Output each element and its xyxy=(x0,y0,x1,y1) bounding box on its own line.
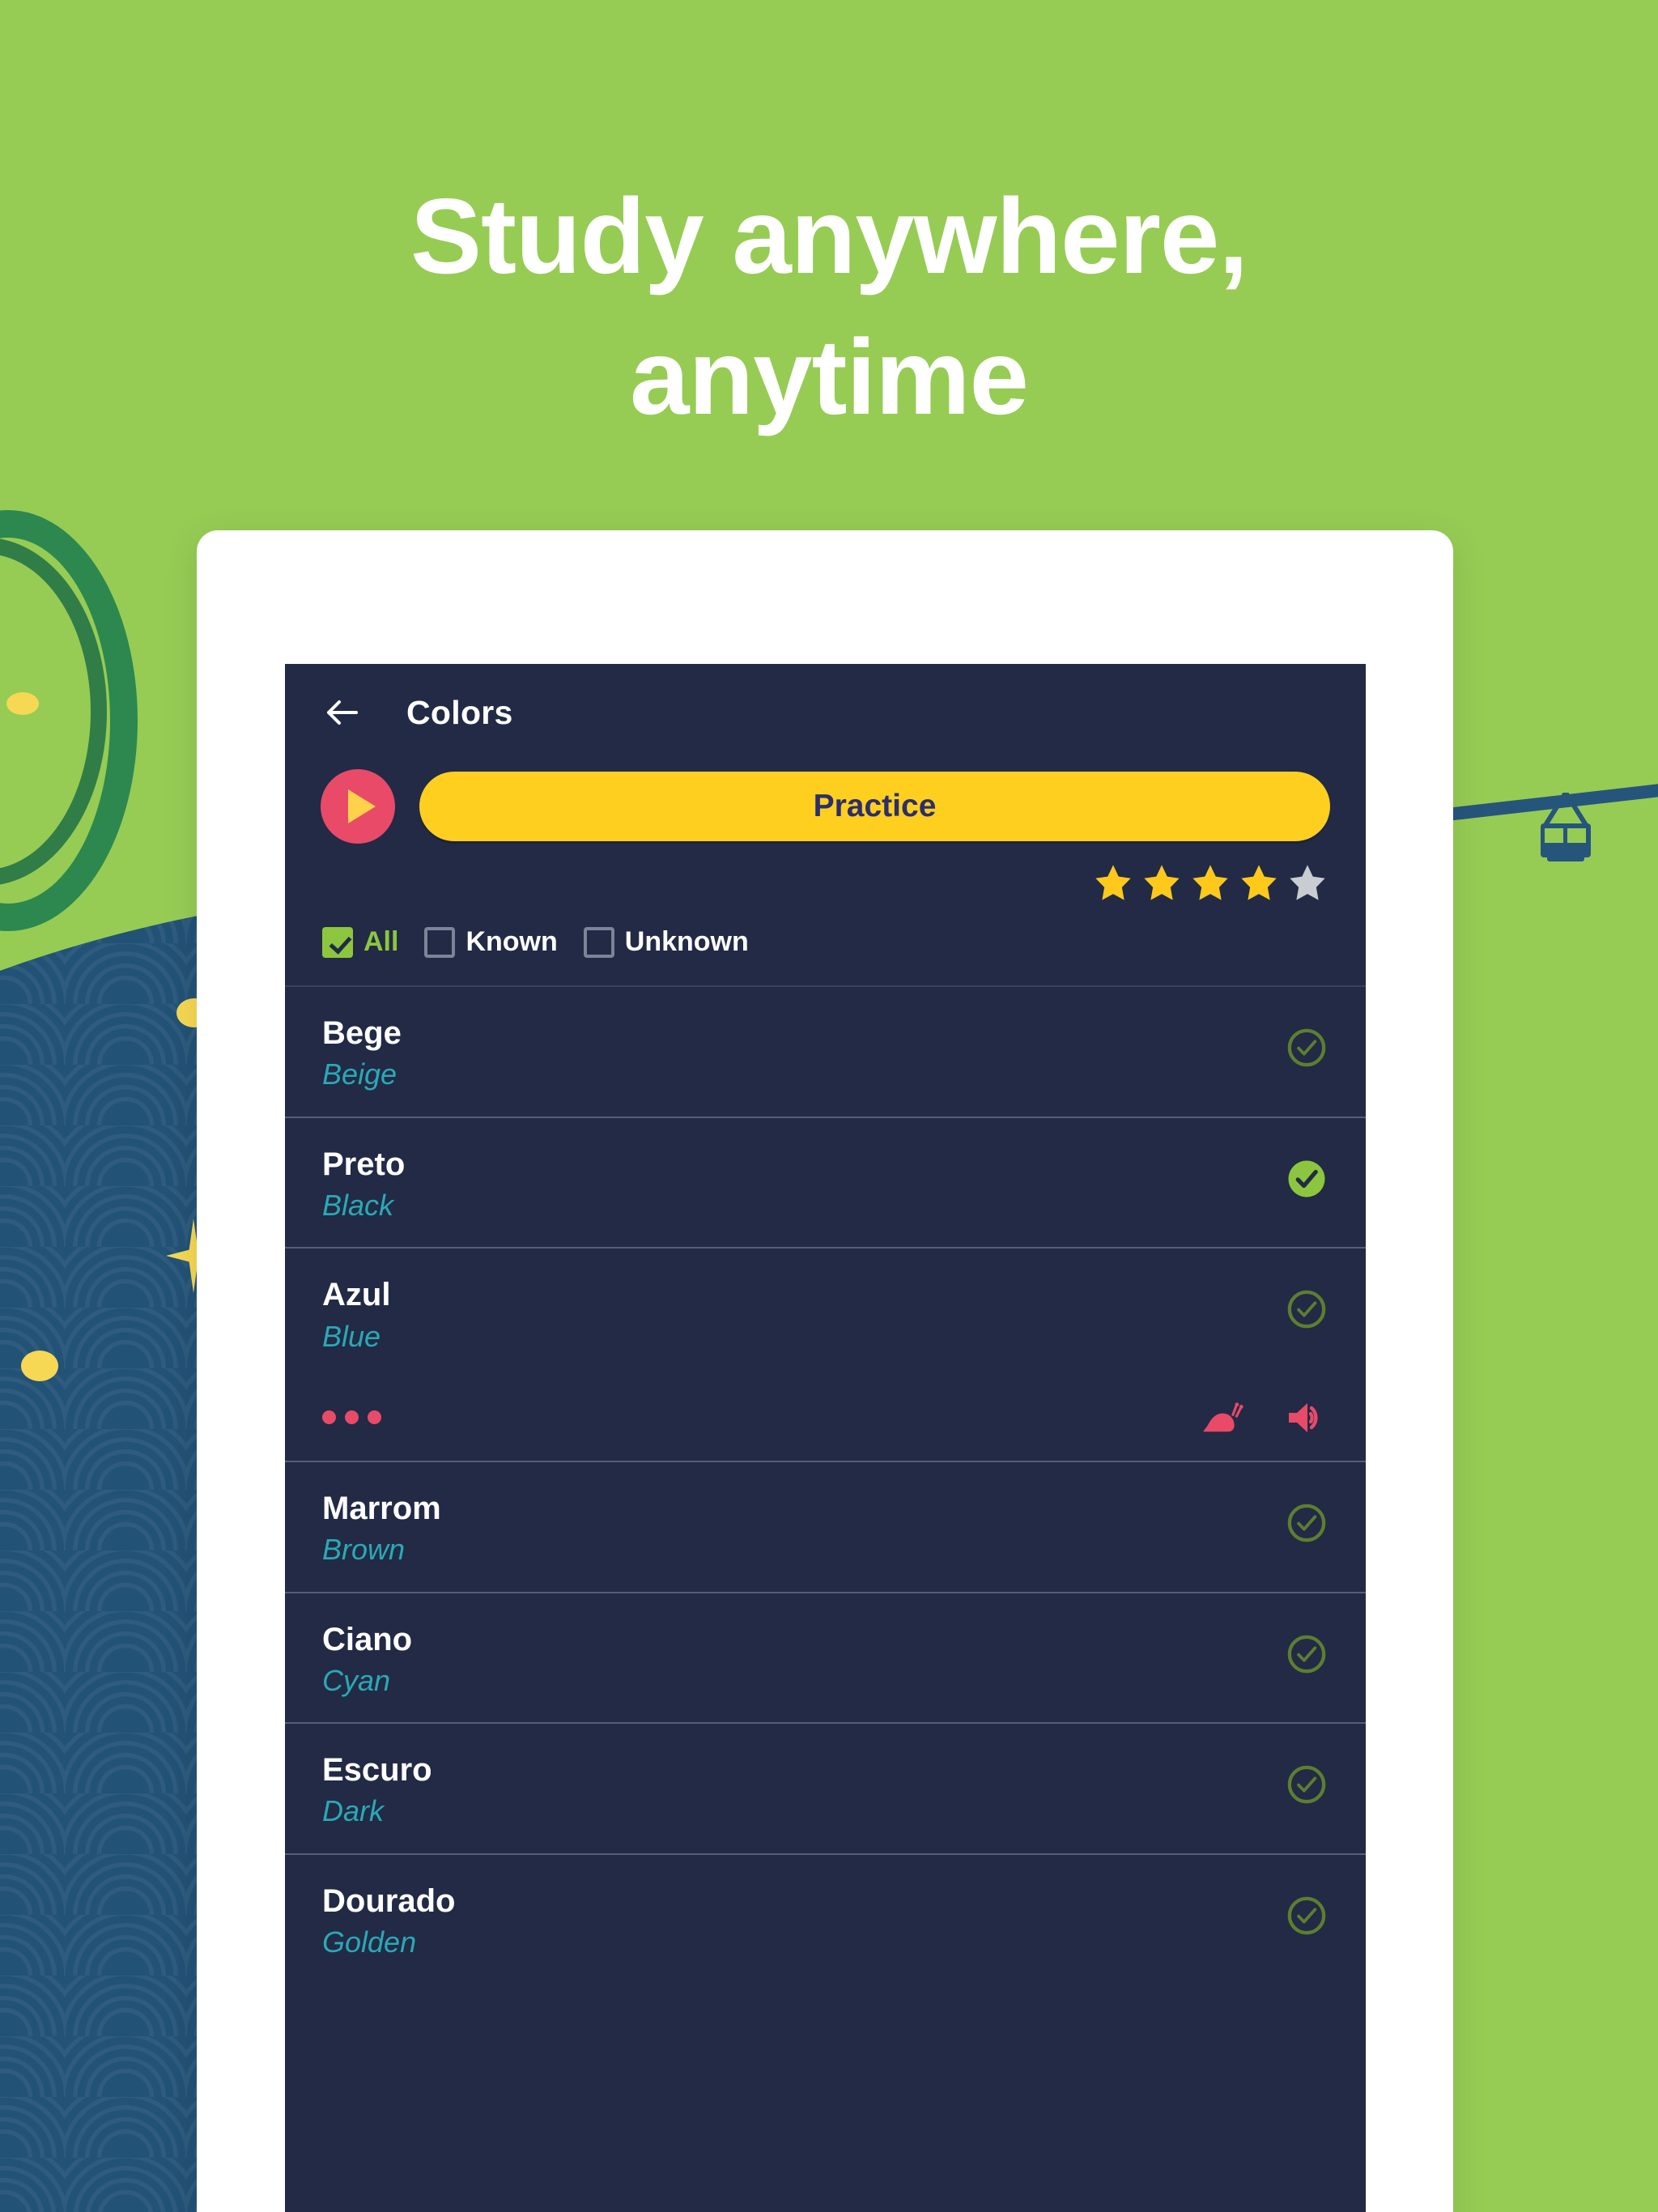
word-translation: Brown xyxy=(322,1533,406,1567)
word-translation: Beige xyxy=(322,1057,397,1091)
snail-icon[interactable] xyxy=(1201,1399,1248,1436)
speaker-icon[interactable] xyxy=(1282,1399,1329,1436)
gondola-cabin-icon xyxy=(1541,823,1591,857)
table-row[interactable]: Marrom Brown xyxy=(285,1462,1366,1593)
accent-dot xyxy=(21,1351,58,1381)
headline-line-1: Study anywhere, xyxy=(410,177,1248,296)
arrow-left-icon[interactable] xyxy=(322,693,361,732)
dot xyxy=(368,1410,381,1425)
filter-bar: All Known Unknown xyxy=(285,926,1366,987)
word-translation: Golden xyxy=(322,1925,417,1959)
check-circle-outline-icon[interactable] xyxy=(1285,1501,1329,1545)
promo-banner: Study anywhere, anytime Colors Practice xyxy=(0,0,1658,2212)
word-list: Bege Beige Preto Black Azul Blue Marrom … xyxy=(285,987,1366,1984)
filter-known[interactable]: Known xyxy=(424,926,558,958)
filter-all-label: All xyxy=(363,926,399,957)
play-icon xyxy=(348,789,376,823)
star-filled-icon[interactable] xyxy=(1092,861,1134,904)
dot xyxy=(322,1410,336,1425)
gondola-rope-icon xyxy=(1543,793,1588,825)
table-row[interactable]: Ciano Cyan xyxy=(285,1593,1366,1725)
practice-button[interactable]: Practice xyxy=(419,772,1330,841)
word-translation: Blue xyxy=(322,1319,381,1353)
play-button[interactable] xyxy=(321,769,395,844)
check-circle-outline-icon[interactable] xyxy=(1285,1287,1329,1331)
word-term: Marrom xyxy=(322,1490,441,1526)
star-filled-icon[interactable] xyxy=(1189,861,1231,904)
star-filled-icon[interactable] xyxy=(1141,861,1183,904)
table-row[interactable]: Preto Black xyxy=(285,1118,1366,1249)
word-translation: Dark xyxy=(322,1794,385,1828)
gondola-skirt-icon xyxy=(1547,857,1584,861)
filter-all[interactable]: All xyxy=(322,926,398,958)
practice-controls: Practice xyxy=(285,769,1366,844)
check-circle-outline-icon[interactable] xyxy=(1285,1632,1329,1676)
check-circle-outline-icon[interactable] xyxy=(1285,1894,1329,1938)
word-translation: Black xyxy=(322,1188,394,1222)
app-header: Colors xyxy=(285,664,1366,761)
star-filled-icon[interactable] xyxy=(1238,861,1280,904)
table-row[interactable]: Escuro Dark xyxy=(285,1724,1366,1855)
word-term: Azul xyxy=(322,1277,391,1313)
word-term: Dourado xyxy=(322,1882,456,1919)
word-translation: Cyan xyxy=(322,1663,391,1697)
check-circle-outline-icon[interactable] xyxy=(1285,1026,1329,1070)
word-term: Ciano xyxy=(322,1621,413,1657)
headline-line-2: anytime xyxy=(630,317,1029,437)
filter-known-label: Known xyxy=(466,926,558,957)
audio-controls xyxy=(1201,1399,1329,1436)
accent-dot xyxy=(6,692,39,715)
filter-unknown[interactable]: Unknown xyxy=(583,926,749,958)
table-row[interactable]: Bege Beige xyxy=(285,987,1366,1118)
table-row[interactable]: Dourado Golden xyxy=(285,1855,1366,1984)
checkbox-empty-icon[interactable] xyxy=(583,926,614,958)
check-circle-outline-icon[interactable] xyxy=(1285,1763,1329,1806)
checkbox-empty-icon[interactable] xyxy=(424,926,456,958)
star-empty-icon[interactable] xyxy=(1286,861,1329,904)
more-options-dots-icon[interactable] xyxy=(322,1410,381,1425)
word-term: Preto xyxy=(322,1146,406,1182)
dot xyxy=(345,1410,359,1425)
app-screen: Colors Practice All Known Unknown Bege B… xyxy=(285,664,1366,2212)
promo-headline: Study anywhere, anytime xyxy=(0,166,1658,448)
table-row[interactable]: Azul Blue xyxy=(285,1249,1366,1462)
check-circle-filled-icon[interactable] xyxy=(1285,1157,1329,1201)
rating-stars[interactable] xyxy=(285,861,1366,904)
row-expanded-controls xyxy=(322,1399,1329,1436)
checkbox-checked-icon[interactable] xyxy=(322,926,353,958)
word-term: Escuro xyxy=(322,1752,432,1789)
page-title: Colors xyxy=(406,693,513,731)
filter-unknown-label: Unknown xyxy=(624,926,749,957)
word-term: Bege xyxy=(322,1015,402,1051)
